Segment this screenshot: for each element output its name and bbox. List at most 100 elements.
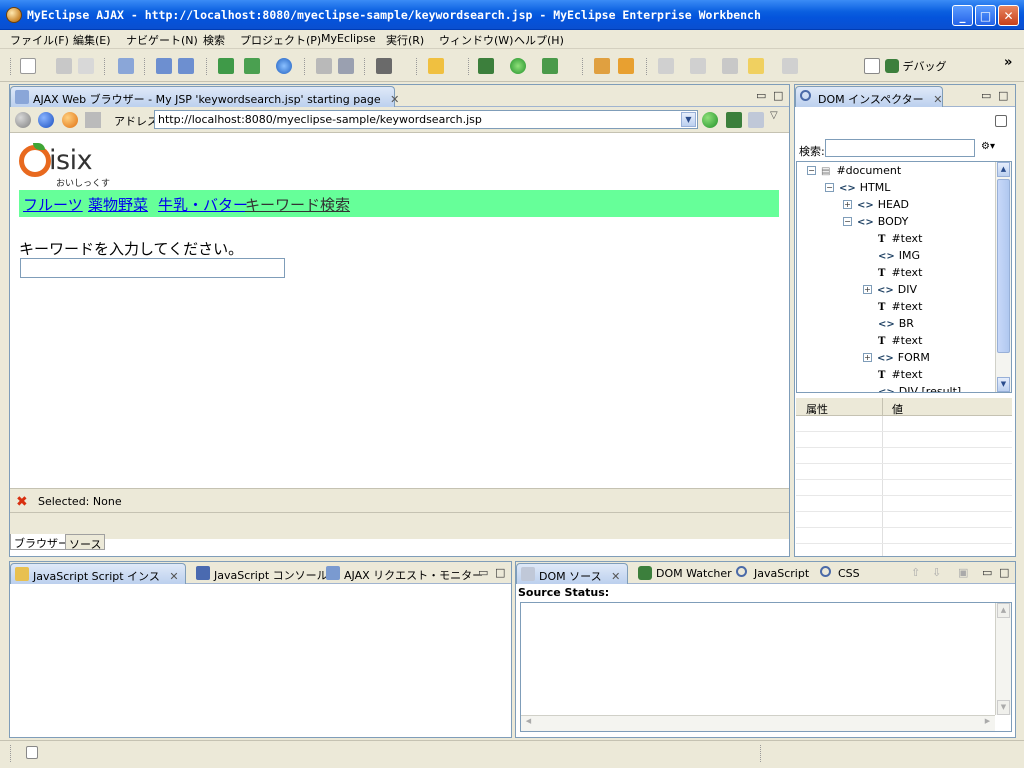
go-icon[interactable] [702,112,718,128]
dom-tree-node[interactable]: T #text [863,232,922,245]
debug-perspective[interactable]: デバッグ [865,58,947,74]
nav-link-dairy[interactable]: 牛乳・バター [158,194,248,215]
tab-ajax-request-monitor[interactable]: AJAX リクエスト・モニター [322,563,489,584]
refresh-icon[interactable] [338,58,354,74]
dom-tree-node[interactable]: <> IMG [863,249,920,262]
tab-ajax-browser[interactable]: AJAX Web ブラウザー - My JSP 'keywordsearch.j… [10,86,399,107]
back-nav-icon[interactable] [15,112,31,128]
menu-search[interactable]: 検索 [203,32,225,48]
close-tab-icon[interactable]: ✕ [611,570,620,583]
close-tab-icon[interactable]: ✕ [169,570,178,583]
chevron-down-icon[interactable]: ▼ [681,112,696,127]
expand-icon[interactable]: + [863,285,872,294]
save-icon[interactable] [56,58,72,74]
dom-tree-node[interactable]: <> BR [863,317,914,330]
run-icon[interactable] [510,58,526,74]
maximize-view-icon[interactable]: □ [998,89,1008,102]
scroll-right-icon[interactable]: ▶ [981,717,994,730]
scroll-thumb[interactable] [997,179,1010,353]
menu-navigate[interactable]: ナビゲート(N) [126,32,198,48]
menu-myeclipse[interactable]: MyEclipse [321,32,376,45]
dom-tree-node[interactable]: T #text [863,334,922,347]
camera-icon[interactable] [376,58,392,74]
edit-icon[interactable] [316,58,332,74]
tab-css[interactable]: CSS [816,563,866,584]
tab-javascript-console[interactable]: JavaScript コンソール [192,563,334,584]
minimize-view-icon[interactable]: ▭ [981,89,991,102]
globe-icon[interactable] [276,58,292,74]
collapse-icon[interactable]: − [825,183,834,192]
scroll-down-icon[interactable]: ▼ [997,700,1010,715]
save-source-icon[interactable]: ▣ [958,566,968,579]
menu-window[interactable]: ウィンドウ(W) [439,32,513,48]
nav-link-vegetables[interactable]: 薬物野菜 [88,194,148,215]
dom-search-input[interactable] [825,139,975,157]
fast-view-icon[interactable] [26,746,38,759]
arrow-up-icon[interactable]: ⇧ [911,566,920,579]
address-input[interactable]: http://localhost:8080/myeclipse-sample/k… [154,110,698,129]
nav-link-keyword-search[interactable]: キーワード検索 [245,194,350,215]
collapse-icon[interactable]: − [807,166,816,175]
menu-help[interactable]: ヘルプ(H) [514,32,564,48]
menu-run[interactable]: 実行(R) [386,32,424,48]
minimize-view-icon[interactable]: ▭ [982,566,992,579]
dom-tree-node[interactable]: + <> HEAD [843,198,909,211]
back-icon[interactable] [748,58,764,74]
dom-tree-node[interactable]: T #text [863,368,922,381]
scroll-up-icon[interactable]: ▲ [997,603,1010,618]
view-menu-icon[interactable]: ▽ [770,110,782,126]
tab-source[interactable]: ソース [65,534,106,551]
attr-column-header[interactable]: 属性 [806,401,828,417]
wizard-icon[interactable] [428,58,444,74]
maximize-button[interactable]: □ [975,5,996,26]
tab-javascript-script-inspector[interactable]: JavaScript Script インス ✕ [10,563,186,584]
source-vscrollbar[interactable]: ▲ ▼ [995,603,1011,715]
maximize-view-icon[interactable]: □ [495,566,505,579]
dom-tree-node[interactable]: − ▤ #document [807,164,901,177]
nav-link-fruits[interactable]: フルーツ [23,194,83,215]
view-source-icon[interactable] [748,112,764,128]
last-edit-icon[interactable] [722,58,738,74]
export-icon[interactable] [244,58,260,74]
external-tools-icon[interactable] [542,58,558,74]
source-hscrollbar[interactable]: ◀ ▶ [521,715,995,731]
value-column-header[interactable]: 値 [892,401,903,417]
refresh-nav-icon[interactable] [62,112,78,128]
collapse-all-icon[interactable] [995,115,1007,127]
arrow-down-icon[interactable]: ⇩ [932,566,941,579]
search-options-icon[interactable]: ⚙▾ [981,141,1003,155]
maximize-view-icon[interactable]: □ [999,566,1009,579]
print-icon[interactable] [78,58,94,74]
tab-browser[interactable]: ブラウザー [10,534,73,550]
forward-nav-icon[interactable] [38,112,54,128]
scroll-down-icon[interactable]: ▼ [997,377,1010,392]
menu-edit[interactable]: 編集(E) [73,32,111,48]
annotation-icon[interactable] [658,58,674,74]
dom-tree-node[interactable]: − <> HTML [825,181,890,194]
stop-nav-icon[interactable] [85,112,101,128]
dom-tree-node[interactable]: + <> DIV [863,283,917,296]
close-button[interactable]: ✕ [998,5,1019,26]
forward-icon[interactable] [782,58,798,74]
build-icon[interactable] [218,58,234,74]
minimize-view-icon[interactable]: ▭ [756,89,766,102]
next-annotation-icon[interactable] [690,58,706,74]
undeploy-icon[interactable] [178,58,194,74]
source-text-area[interactable]: ▲ ▼ ◀ ▶ [520,602,1012,732]
tree-scrollbar[interactable]: ▲ ▼ [995,162,1011,392]
dom-tree-node[interactable]: T #text [863,266,922,279]
dom-tree-node[interactable]: T #text [863,300,922,313]
menu-project[interactable]: プロジェクト(P) [240,32,321,48]
dom-tree-node[interactable]: − <> BODY [843,215,908,228]
dom-tree-node[interactable]: <> DIV [result] [863,385,961,392]
minimize-view-icon[interactable]: ▭ [478,566,488,579]
debug-page-icon[interactable] [726,112,742,128]
brush-icon[interactable] [594,58,610,74]
minimize-button[interactable]: _ [952,5,973,26]
scroll-left-icon[interactable]: ◀ [522,717,535,730]
expand-icon[interactable]: + [863,353,872,362]
maximize-view-icon[interactable]: □ [773,89,783,102]
close-tab-icon[interactable]: ✕ [390,93,399,106]
dom-tree-node[interactable]: + <> FORM [863,351,930,364]
close-tab-icon[interactable]: ✕ [933,93,942,106]
